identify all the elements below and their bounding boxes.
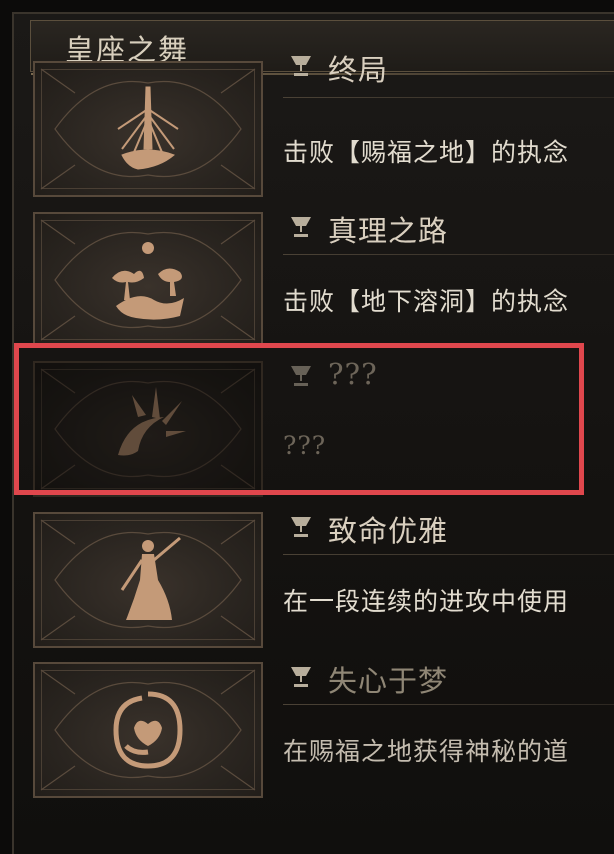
achievement-title: 终局 — [328, 53, 389, 87]
achievement-tile — [33, 662, 263, 798]
achievement-tile — [33, 512, 263, 648]
achievement-tile — [33, 61, 263, 197]
achievement-item[interactable]: 失心于梦 在赐福之地获得神秘的道 — [0, 656, 614, 802]
trophy-icon — [291, 56, 311, 76]
achievement-description: 击败【地下溶洞】的执念 — [283, 287, 570, 316]
divider — [283, 97, 614, 98]
selection-highlight — [14, 343, 584, 495]
tower-sunburst-icon — [117, 86, 179, 170]
trophy-icon — [291, 217, 311, 237]
swirl-heart-icon — [113, 691, 183, 769]
tree-path-icon — [112, 242, 184, 320]
achievement-tile — [33, 212, 263, 348]
achievement-title: 真理之路 — [328, 214, 449, 248]
divider — [283, 704, 614, 705]
dancer-figure-icon — [120, 536, 181, 620]
achievement-description: 在一段连续的进攻中使用 — [283, 587, 570, 616]
trophy-icon — [291, 667, 311, 687]
achievement-item[interactable]: 终局 击败【赐福之地】的执念 — [0, 53, 614, 201]
achievement-description: 在赐福之地获得神秘的道 — [283, 737, 570, 766]
divider — [283, 554, 614, 555]
achievement-item[interactable]: 致命优雅 在一段连续的进攻中使用 — [0, 506, 614, 652]
achievement-title: 致命优雅 — [328, 514, 449, 548]
achievement-description: 击败【赐福之地】的执念 — [283, 138, 570, 167]
achievement-item[interactable]: 真理之路 击败【地下溶洞】的执念 — [0, 206, 614, 352]
divider — [283, 254, 614, 255]
achievement-title: 失心于梦 — [328, 664, 449, 698]
trophy-icon — [291, 517, 311, 537]
